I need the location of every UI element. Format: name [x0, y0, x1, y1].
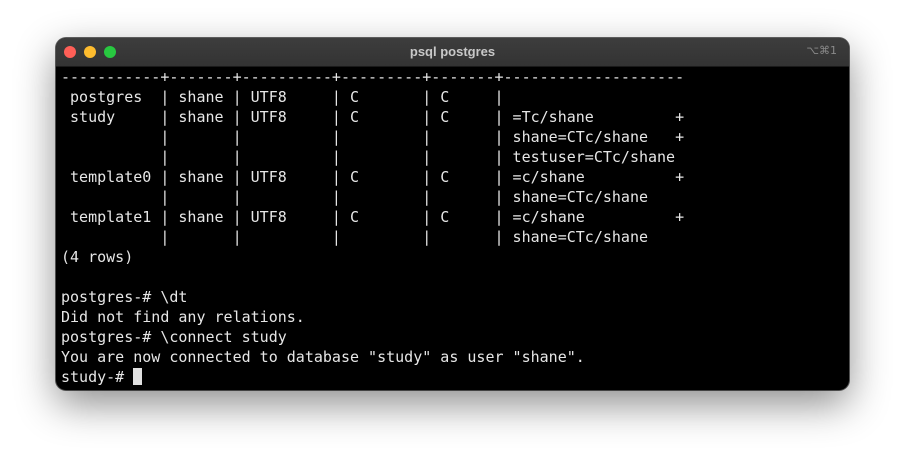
table-row: | | | | | testuser=CTc/shane [61, 148, 676, 166]
window-title: psql postgres [409, 44, 496, 59]
table-row: | | | | | shane=CTc/shane + [61, 128, 685, 146]
output-line: Did not find any relations. [61, 308, 305, 326]
table-row: | | | | | shane=CTc/shane [61, 228, 648, 246]
command-line: postgres-# \connect study [61, 328, 287, 346]
prompt-line[interactable]: study-# [61, 367, 143, 387]
row-count-line: (4 rows) [61, 248, 134, 266]
table-row: study | shane | UTF8 | C | C | =Tc/shane… [61, 108, 685, 126]
table-border-line: -----------+-------+----------+---------… [61, 68, 685, 86]
table-row: template0 | shane | UTF8 | C | C | =c/sh… [61, 168, 685, 186]
terminal-window: psql postgres ⌥⌘1 -----------+-------+--… [56, 38, 849, 390]
text-cursor [133, 368, 143, 385]
title-bar[interactable]: psql postgres ⌥⌘1 [56, 38, 849, 67]
terminal-output[interactable]: -----------+-------+----------+---------… [61, 67, 841, 387]
prompt-text: study-# [61, 368, 134, 386]
command-line: postgres-# \dt [61, 288, 188, 306]
window-shortcut-label: ⌥⌘1 [806, 44, 837, 57]
output-line: You are now connected to database "study… [61, 348, 585, 366]
table-row: postgres | shane | UTF8 | C | C | [61, 88, 504, 106]
table-row: | | | | | shane=CTc/shane [61, 188, 648, 206]
table-row: template1 | shane | UTF8 | C | C | =c/sh… [61, 208, 685, 226]
